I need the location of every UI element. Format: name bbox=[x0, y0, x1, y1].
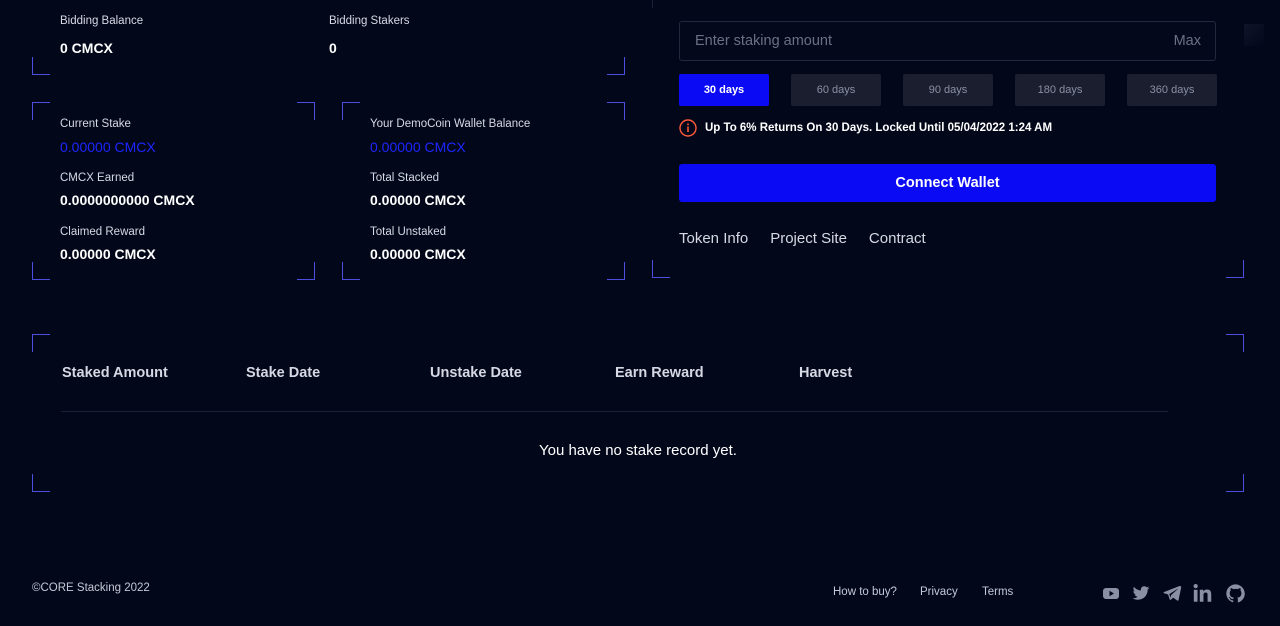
terms-link[interactable]: Terms bbox=[982, 586, 1013, 598]
total-unstaked-value: 0.00000 CMCX bbox=[370, 246, 466, 262]
total-stacked-value: 0.00000 CMCX bbox=[370, 192, 466, 208]
connect-wallet-button[interactable]: Connect Wallet bbox=[679, 164, 1216, 202]
column-header-unstake-date: Unstake Date bbox=[430, 365, 522, 381]
column-header-staked-amount: Staked Amount bbox=[62, 365, 168, 381]
current-stake-label: Current Stake bbox=[60, 118, 131, 130]
project-site-link[interactable]: Project Site bbox=[770, 230, 847, 247]
duration-360-days-button[interactable]: 360 days bbox=[1127, 74, 1217, 106]
card-corner bbox=[342, 262, 360, 280]
token-info-link[interactable]: Token Info bbox=[679, 230, 748, 247]
copyright-text: ©CORE Stacking 2022 bbox=[32, 582, 150, 594]
info-icon bbox=[679, 119, 697, 137]
card-corner bbox=[1226, 474, 1244, 492]
duration-60-days-button[interactable]: 60 days bbox=[791, 74, 881, 106]
wallet-balance-label: Your DemoCoin Wallet Balance bbox=[370, 118, 531, 130]
twitter-icon[interactable] bbox=[1131, 583, 1151, 603]
card-corner bbox=[607, 102, 625, 120]
column-header-earn-reward: Earn Reward bbox=[615, 365, 704, 381]
card-corner bbox=[32, 102, 50, 120]
claimed-reward-label: Claimed Reward bbox=[60, 226, 146, 238]
returns-info: Up To 6% Returns On 30 Days. Locked Unti… bbox=[679, 119, 1052, 137]
telegram-icon[interactable] bbox=[1162, 583, 1182, 603]
card-corner bbox=[652, 260, 670, 278]
linkedin-icon[interactable] bbox=[1192, 582, 1214, 604]
card-corner bbox=[297, 262, 315, 280]
cmcx-earned-value: 0.0000000000 CMCX bbox=[60, 192, 195, 208]
current-stake-value: 0.00000 CMCX bbox=[60, 139, 156, 155]
duration-180-days-button[interactable]: 180 days bbox=[1015, 74, 1105, 106]
privacy-link[interactable]: Privacy bbox=[920, 586, 958, 598]
duration-90-days-button[interactable]: 90 days bbox=[903, 74, 993, 106]
card-corner bbox=[32, 262, 50, 280]
bidding-balance-value: 0 CMCX bbox=[60, 40, 113, 56]
panel-edge bbox=[652, 0, 653, 8]
panel-decoration bbox=[1244, 24, 1264, 46]
claimed-reward-value: 0.00000 CMCX bbox=[60, 246, 156, 262]
bidding-balance-label: Bidding Balance bbox=[60, 15, 144, 27]
card-corner bbox=[1226, 334, 1244, 352]
card-corner bbox=[342, 102, 360, 120]
total-stacked-label: Total Stacked bbox=[370, 172, 440, 184]
card-corner bbox=[32, 334, 50, 352]
contract-link[interactable]: Contract bbox=[869, 230, 926, 247]
cmcx-earned-label: CMCX Earned bbox=[60, 172, 135, 184]
wallet-balance-value: 0.00000 CMCX bbox=[370, 139, 466, 155]
staking-amount-input[interactable] bbox=[695, 33, 1115, 49]
column-header-stake-date: Stake Date bbox=[246, 365, 321, 381]
card-corner bbox=[297, 102, 315, 120]
card-corner bbox=[607, 262, 625, 280]
youtube-icon[interactable] bbox=[1101, 583, 1121, 603]
empty-records-message: You have no stake record yet. bbox=[539, 442, 737, 459]
bidding-stakers-value: 0 bbox=[329, 40, 337, 56]
github-icon[interactable] bbox=[1225, 583, 1246, 604]
project-links: Token Info Project Site Contract bbox=[679, 230, 926, 247]
card-corner bbox=[607, 57, 625, 75]
card-corner bbox=[32, 474, 50, 492]
total-unstaked-label: Total Unstaked bbox=[370, 226, 447, 238]
how-to-buy-link[interactable]: How to buy? bbox=[833, 586, 897, 598]
bidding-stakers-label: Bidding Stakers bbox=[329, 15, 410, 27]
returns-info-text: Up To 6% Returns On 30 Days. Locked Unti… bbox=[705, 122, 1053, 134]
card-corner bbox=[1226, 260, 1244, 278]
duration-30-days-button[interactable]: 30 days bbox=[679, 74, 769, 106]
staking-amount-field[interactable]: Max bbox=[679, 21, 1216, 61]
table-divider bbox=[61, 411, 1168, 412]
column-header-harvest: Harvest bbox=[799, 365, 853, 381]
max-button[interactable]: Max bbox=[1174, 33, 1201, 49]
card-corner bbox=[32, 57, 50, 75]
